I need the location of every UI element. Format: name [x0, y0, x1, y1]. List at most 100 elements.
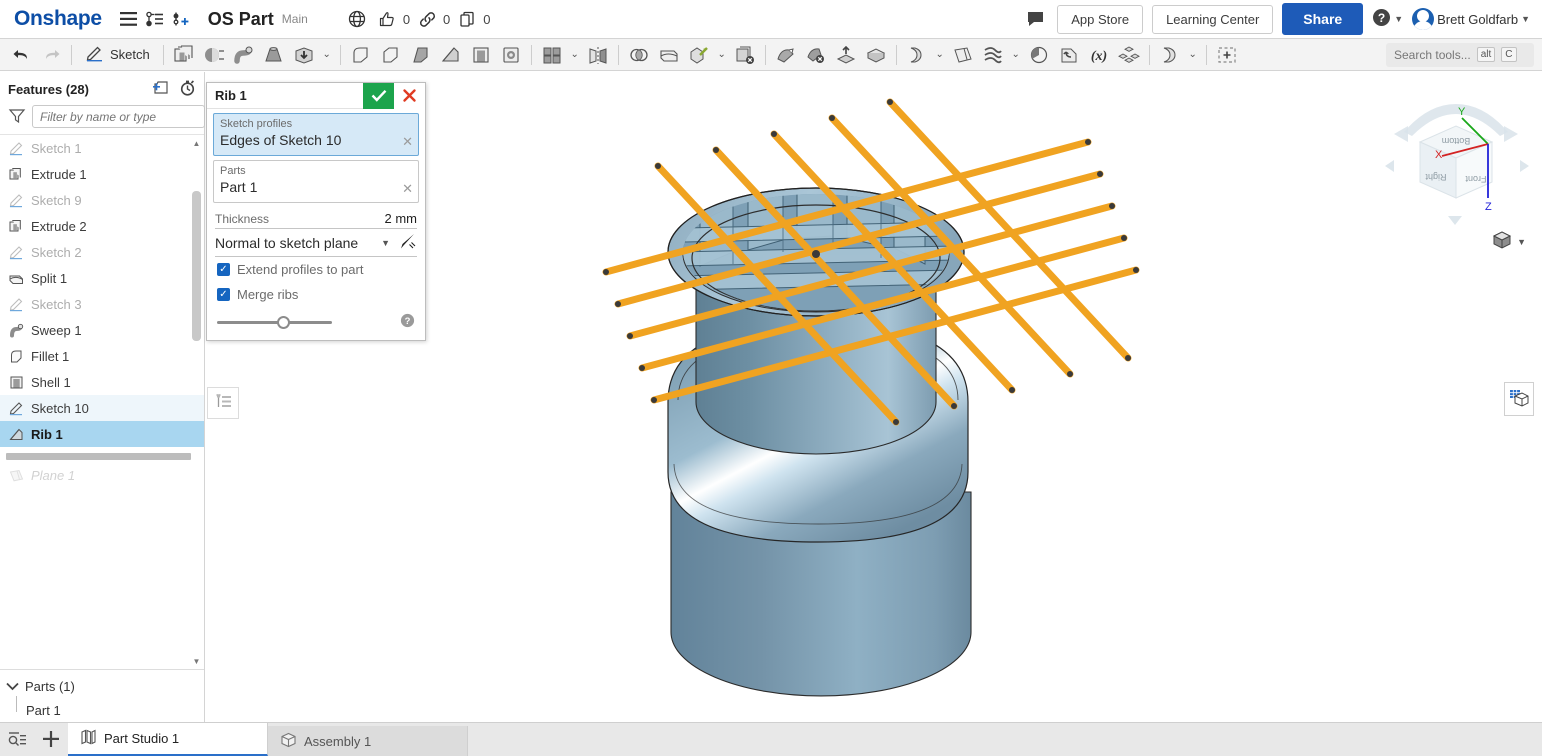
opacity-slider-track[interactable]	[217, 315, 332, 329]
mass-properties-icon[interactable]	[1024, 41, 1054, 69]
feature-filter-input[interactable]	[32, 105, 205, 128]
extrude-icon[interactable]	[169, 41, 199, 69]
links-counter[interactable]: 0	[414, 6, 450, 32]
plane-icon[interactable]	[948, 41, 978, 69]
feature-item-rib-1[interactable]: Rib 1	[0, 421, 204, 447]
plus-add-tab-icon[interactable]	[34, 722, 68, 756]
feature-item-sketch-9[interactable]: Sketch 9	[0, 187, 204, 213]
copy-icon[interactable]	[454, 6, 480, 32]
cancel-button[interactable]	[394, 82, 425, 109]
shaded-view-icon[interactable]	[1491, 230, 1513, 253]
feature-item-split-1[interactable]: Split 1	[0, 265, 204, 291]
feature-item-sketch-2[interactable]: Sketch 2	[0, 239, 204, 265]
enclose-icon[interactable]	[861, 41, 891, 69]
view-cube[interactable]: Bottom Right Front Y X Z	[1380, 96, 1532, 236]
parts-field[interactable]: Parts Part 1 ✕	[213, 160, 419, 203]
search-tools-input[interactable]: Search tools... alt C	[1386, 42, 1534, 67]
custom-feature-icon[interactable]	[1212, 41, 1242, 69]
app-store-button[interactable]: App Store	[1057, 4, 1144, 34]
history-clock-icon[interactable]	[179, 79, 196, 99]
delete-part-icon[interactable]	[730, 41, 760, 69]
tab-list-icon[interactable]	[0, 722, 34, 756]
thicken-icon[interactable]	[289, 41, 319, 69]
chevron-down-icon[interactable]: ▼	[1521, 14, 1530, 24]
add-version-icon[interactable]	[168, 6, 194, 32]
hamburger-menu-icon[interactable]	[116, 6, 142, 32]
feature-list-scrollbar[interactable]: ▲ ▼	[191, 135, 202, 669]
funnel-filter-icon[interactable]	[8, 107, 26, 127]
feature-item-sketch-3[interactable]: Sketch 3	[0, 291, 204, 317]
view-cube-label-bottom[interactable]: Bottom	[1442, 136, 1471, 146]
transform-icon[interactable]	[684, 41, 714, 69]
version-graph-icon[interactable]	[142, 6, 168, 32]
feature-item-sketch-10[interactable]: Sketch 10	[0, 395, 204, 421]
rib-feature-dialog[interactable]: Rib 1 Sketch profiles Edges of Sketch 10…	[206, 82, 426, 341]
chevron-down-icon[interactable]: ⌄	[319, 41, 335, 69]
extend-profiles-checkbox-row[interactable]: ✓ Extend profiles to part	[207, 257, 425, 282]
clear-parts-icon[interactable]: ✕	[402, 181, 413, 197]
variable-icon[interactable]: (x)	[1084, 41, 1114, 69]
assembly-feature-icon[interactable]	[1155, 41, 1185, 69]
chevron-down-icon[interactable]: ▼	[381, 238, 390, 248]
feature-list[interactable]: Sketch 1 Extrude 1 Sketch 9 Extrude 2 Sketch…	[0, 134, 204, 669]
chevron-down-icon[interactable]: ⌄	[1008, 41, 1024, 69]
undo-arrow-icon[interactable]	[6, 41, 36, 69]
new-folder-icon[interactable]	[152, 80, 169, 99]
hole-icon[interactable]	[496, 41, 526, 69]
direction-dropdown-value[interactable]: Normal to sketch plane	[215, 235, 377, 251]
rollback-bar[interactable]	[6, 453, 191, 460]
mirror-icon[interactable]	[583, 41, 613, 69]
part-list-item[interactable]: Part 1	[0, 696, 204, 722]
chamfer-icon[interactable]	[376, 41, 406, 69]
opacity-slider-row[interactable]: ?	[207, 307, 425, 340]
chevron-down-icon[interactable]: ⌄	[714, 41, 730, 69]
chevron-down-icon[interactable]: ⌄	[932, 41, 948, 69]
chevron-down-icon[interactable]: ▼	[1394, 14, 1403, 24]
sketch-profiles-field[interactable]: Sketch profiles Edges of Sketch 10 ✕	[213, 113, 419, 156]
split-icon[interactable]	[654, 41, 684, 69]
tab-assembly-1[interactable]: Assembly 1	[268, 726, 468, 756]
feature-item-sweep-1[interactable]: Sweep 1	[0, 317, 204, 343]
feature-item-extrude-2[interactable]: Extrude 2	[0, 213, 204, 239]
link-icon[interactable]	[414, 6, 440, 32]
scroll-up-arrow-icon[interactable]: ▲	[191, 137, 202, 149]
replace-face-icon[interactable]	[831, 41, 861, 69]
feature-item-plane-1[interactable]: Plane 1	[0, 464, 204, 486]
copies-counter[interactable]: 0	[454, 6, 491, 32]
extend-profiles-checkbox[interactable]: ✓	[217, 263, 230, 276]
sheet-metal-icon[interactable]	[902, 41, 932, 69]
thumbs-up-icon[interactable]	[374, 6, 400, 32]
display-panel-button[interactable]	[1504, 382, 1534, 416]
feature-item-fillet-1[interactable]: Fillet 1	[0, 343, 204, 369]
boolean-icon[interactable]	[624, 41, 654, 69]
parts-section-header[interactable]: Parts (1)	[0, 674, 204, 698]
help-circle-icon[interactable]: ?	[1372, 8, 1391, 30]
thickness-value[interactable]: 2 mm	[385, 211, 418, 226]
thickness-row[interactable]: Thickness 2 mm	[215, 211, 417, 229]
document-title[interactable]: OS Part	[208, 9, 274, 30]
sweep-icon[interactable]	[229, 41, 259, 69]
shell-icon[interactable]	[466, 41, 496, 69]
view-cube-label-front[interactable]: Front	[1465, 174, 1487, 184]
revolve-icon[interactable]	[199, 41, 229, 69]
merge-ribs-checkbox-row[interactable]: ✓ Merge ribs	[207, 282, 425, 307]
share-button[interactable]: Share	[1282, 3, 1364, 35]
user-menu[interactable]: Brett Goldfarb ▼	[1412, 8, 1530, 30]
question-circle-icon[interactable]: ?	[400, 313, 415, 331]
sketch-button[interactable]: Sketch	[77, 41, 158, 69]
likes-counter[interactable]: 0	[374, 6, 410, 32]
document-branch[interactable]: Main	[282, 12, 308, 26]
view-mode-button[interactable]: ▼	[1491, 230, 1526, 253]
chevron-down-icon[interactable]: ▼	[1517, 237, 1526, 247]
comment-bubble-icon[interactable]	[1022, 6, 1048, 32]
chevron-expanded-icon[interactable]	[6, 679, 19, 694]
import-derived-icon[interactable]	[1054, 41, 1084, 69]
clear-sketch-profiles-icon[interactable]: ✕	[402, 134, 413, 150]
curve-icon[interactable]	[978, 41, 1008, 69]
chevron-down-icon[interactable]: ⌄	[567, 41, 583, 69]
confirm-button[interactable]	[363, 82, 394, 109]
rib-icon[interactable]	[436, 41, 466, 69]
feature-item-extrude-1[interactable]: Extrude 1	[0, 161, 204, 187]
learning-center-button[interactable]: Learning Center	[1152, 4, 1274, 34]
feature-item-shell-1[interactable]: Shell 1	[0, 369, 204, 395]
